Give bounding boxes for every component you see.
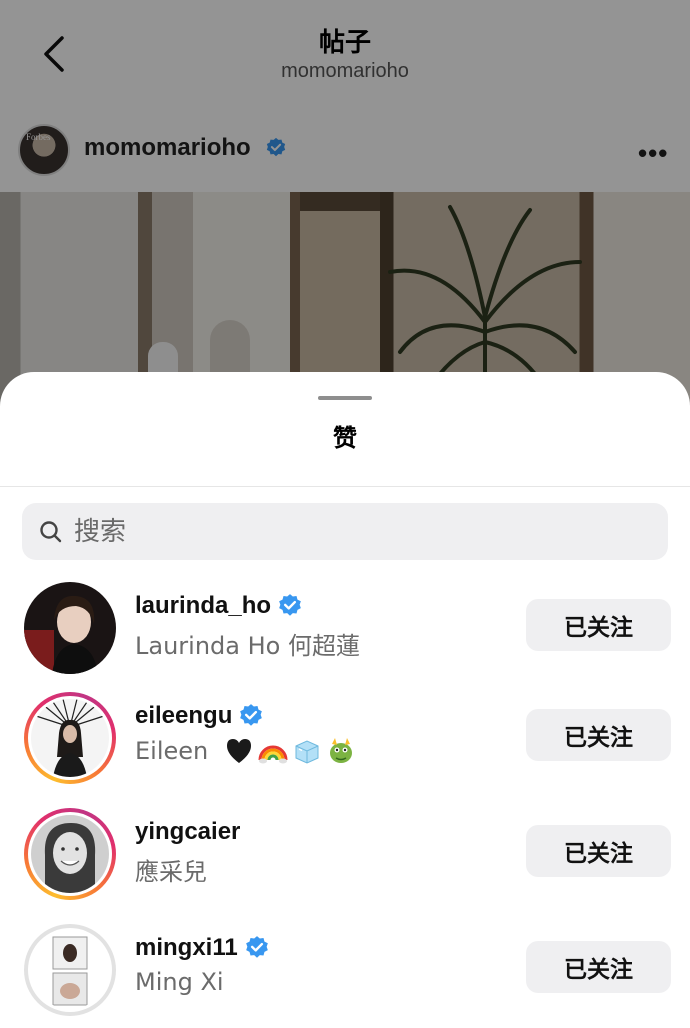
dragon-face-icon bbox=[330, 738, 353, 763]
following-button[interactable]: 已关注 bbox=[526, 599, 671, 651]
username-line: eileengu bbox=[135, 700, 264, 732]
like-user-row[interactable]: laurinda_ho Laurinda Ho 何超蓮 已关注 bbox=[0, 576, 690, 676]
rainbow-icon bbox=[258, 745, 288, 764]
verified-badge-icon bbox=[279, 594, 301, 616]
modal-overlay[interactable] bbox=[0, 0, 690, 420]
full-name-text: Eileen bbox=[135, 737, 209, 765]
avatar-photo bbox=[24, 582, 116, 674]
username-line: yingcaier bbox=[135, 816, 240, 848]
sheet-title: 赞 bbox=[333, 424, 357, 452]
post-page-background: 帖子 momomarioho Forbes momomarioho ••• bbox=[0, 0, 690, 420]
like-user-row[interactable]: eileengu Eileen 已关注 bbox=[0, 686, 690, 786]
username[interactable]: mingxi11 bbox=[135, 934, 238, 962]
avatar-ring-gap bbox=[28, 696, 112, 780]
full-name: Eileen bbox=[135, 736, 356, 766]
search-icon bbox=[40, 521, 62, 543]
like-user-row[interactable]: mingxi11 Ming Xi 已关注 bbox=[0, 918, 690, 1018]
avatar-story-ring[interactable] bbox=[24, 692, 116, 784]
search-input[interactable] bbox=[74, 503, 654, 560]
avatar-story-ring[interactable] bbox=[24, 808, 116, 900]
full-name: Laurinda Ho 何超蓮 bbox=[135, 632, 360, 660]
ice-cube-icon bbox=[295, 740, 319, 764]
sheet-drag-handle[interactable] bbox=[318, 396, 372, 400]
following-button[interactable]: 已关注 bbox=[526, 709, 671, 761]
avatar-ring-gap bbox=[28, 812, 112, 896]
black-heart-icon bbox=[227, 739, 252, 763]
username-line: mingxi11 bbox=[135, 932, 270, 964]
avatar-illustration bbox=[31, 815, 109, 893]
avatar-illustration bbox=[24, 582, 116, 674]
verified-badge-icon bbox=[240, 704, 263, 726]
full-name: 應采兒 bbox=[135, 858, 207, 886]
divider bbox=[0, 486, 690, 487]
full-name: Ming Xi bbox=[135, 968, 224, 996]
username-line: laurinda_ho bbox=[135, 590, 303, 622]
avatar-photo bbox=[31, 699, 109, 777]
avatar-illustration bbox=[31, 699, 109, 777]
following-button[interactable]: 已关注 bbox=[526, 825, 671, 877]
avatar[interactable] bbox=[24, 924, 116, 1016]
verified-badge-icon bbox=[245, 936, 268, 958]
username[interactable]: yingcaier bbox=[135, 818, 240, 846]
like-user-row[interactable]: yingcaier 應采兒 已关注 bbox=[0, 802, 690, 902]
likes-bottom-sheet: 赞 laurinda_ho bbox=[0, 372, 690, 1028]
search-bar[interactable] bbox=[22, 503, 668, 560]
username[interactable]: laurinda_ho bbox=[135, 592, 271, 620]
avatar-photo bbox=[31, 815, 109, 893]
avatar-illustration bbox=[31, 931, 109, 1009]
avatar-ring-gap bbox=[28, 928, 112, 1012]
following-button[interactable]: 已关注 bbox=[526, 941, 671, 993]
avatar[interactable] bbox=[24, 582, 116, 674]
avatar-photo bbox=[31, 931, 109, 1009]
username[interactable]: eileengu bbox=[135, 702, 232, 730]
